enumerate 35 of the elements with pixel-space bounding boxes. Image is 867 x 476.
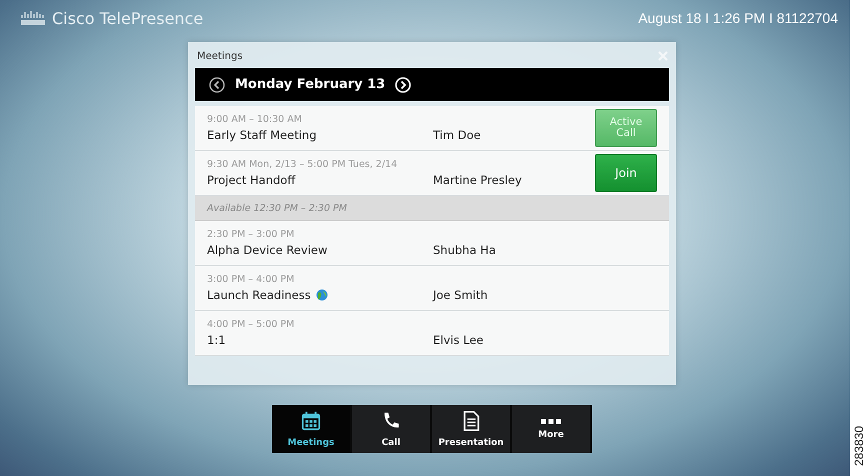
meeting-row[interactable]: 3:00 PM – 4:00 PM Launch Readiness Joe Smith	[195, 266, 669, 311]
organizer-name: Martine Presley	[433, 173, 523, 187]
next-day-icon[interactable]	[395, 76, 412, 92]
meeting-title: Launch Readiness	[207, 288, 311, 302]
organizer-name: Shubha Ha	[433, 243, 497, 257]
toolbar-button[interactable]: Call	[352, 405, 432, 453]
organizer-name: Elvis Lee	[433, 333, 484, 347]
calendar-icon	[300, 410, 322, 432]
previous-day-icon[interactable]	[209, 76, 225, 92]
toolbar-button[interactable]: Meetings	[272, 405, 352, 453]
organizer-name: Joe Smith	[433, 288, 489, 302]
meeting-row[interactable]: 9:00 AM – 10:30 AM Early Staff Meeting Tim Doe Active Call	[195, 106, 669, 151]
meeting-row[interactable]: 9:30 AM Mon, 2/13 – 5:00 PM Tues, 2/14 Project Handoff Martine Presley Join	[195, 151, 669, 196]
meeting-time: 9:00 AM – 10:30 AM	[207, 114, 303, 125]
meeting-time: 2:30 PM – 3:00 PM	[207, 229, 296, 240]
meeting-title: Alpha Device Review	[207, 243, 328, 257]
date-label: Monday February 13	[235, 77, 386, 92]
meeting-time: 9:30 AM Mon, 2/13 – 5:00 PM Tues, 2/14	[207, 159, 398, 170]
meeting-title: Early Staff Meeting	[207, 128, 316, 142]
status-text: August 18 I 1:26 PM I 81122704	[638, 10, 838, 26]
meeting-title: Project Handoff	[207, 173, 296, 187]
toolbar-button[interactable]: Presentation	[432, 405, 512, 453]
toolbar-button[interactable]: More	[512, 405, 592, 453]
meeting-row[interactable]: 4:00 PM – 5:00 PM 1:1 Elvis Lee	[195, 311, 669, 356]
meeting-time: 3:00 PM – 4:00 PM	[207, 274, 296, 285]
organizer-name: Tim Doe	[433, 128, 482, 142]
meeting-title: 1:1	[207, 333, 226, 347]
dialog-title: Meetings	[197, 50, 243, 62]
availability-text: Available 12:30 PM – 2:30 PM	[207, 202, 347, 214]
logo-icon	[20, 10, 46, 26]
dots-icon	[541, 418, 561, 424]
meeting-row[interactable]: 2:30 PM – 3:00 PM Alpha Device Review Shubha Ha	[195, 221, 669, 266]
brand-name: Cisco TelePresence	[52, 8, 204, 28]
meeting-time: 4:00 PM – 5:00 PM	[207, 319, 296, 330]
figure-number: 283830	[852, 426, 866, 466]
